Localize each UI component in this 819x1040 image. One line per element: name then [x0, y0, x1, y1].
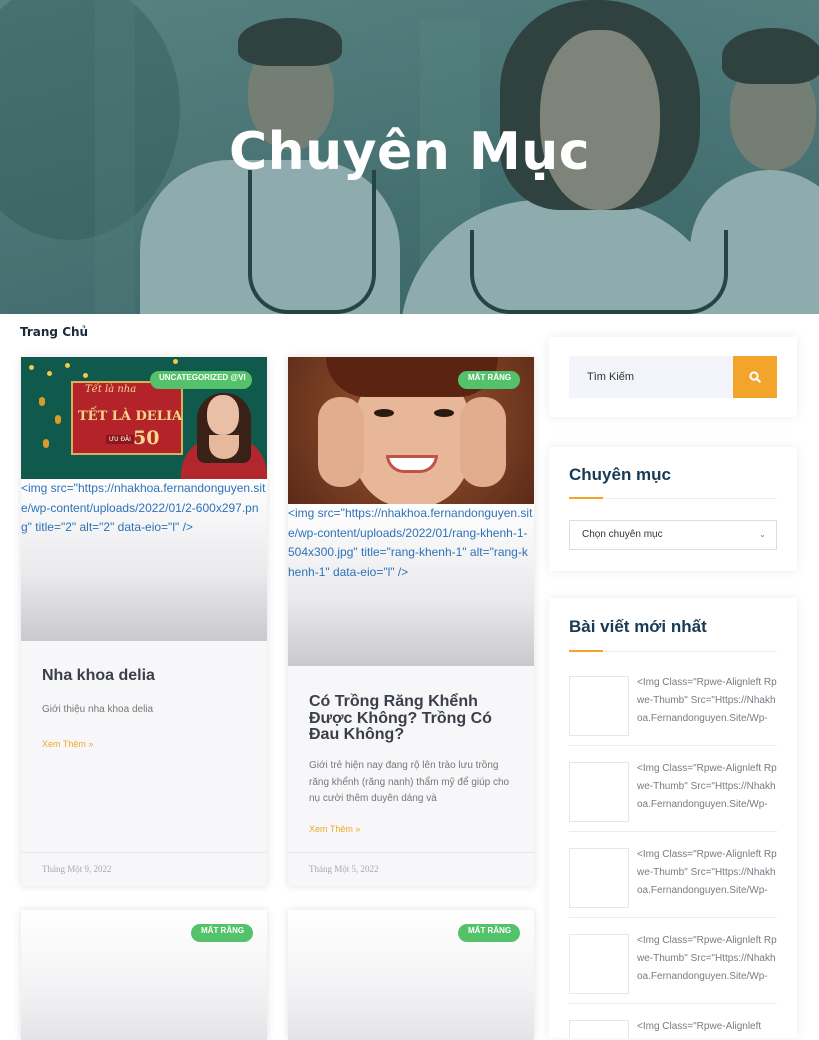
recent-post-divider	[569, 917, 777, 918]
category-badge[interactable]: UNCATEGORIZED @VI	[150, 371, 252, 389]
recent-post-item[interactable]: <Img Class="Rpwe-Alignleft Rpwe-Thumb" S…	[569, 932, 777, 1018]
recent-post-thumbnail[interactable]	[569, 848, 629, 908]
categories-title: Chuyên mục	[569, 465, 672, 484]
category-select[interactable]: Chọn chuyên mục ⌄	[569, 520, 777, 550]
lantern	[43, 439, 49, 448]
post-title[interactable]: Có Trồng Răng Khểnh Được Không? Trồng Có…	[309, 693, 514, 744]
recent-posts-widget: Bài viết mới nhất <Img Class="Rpwe-Align…	[549, 598, 797, 1038]
card-divider	[288, 852, 534, 853]
post-excerpt: Giới thiệu nha khoa delia	[42, 704, 154, 715]
recent-post-divider	[569, 745, 777, 746]
recent-post-thumbnail[interactable]	[569, 1020, 629, 1038]
recent-post-divider	[569, 831, 777, 832]
post-title[interactable]: Nha khoa delia	[42, 667, 155, 685]
recent-post-item[interactable]: <Img Class="Rpwe-Alignleft Rpwe-Thumb" S…	[569, 846, 777, 932]
recent-post-thumbnail[interactable]	[569, 762, 629, 822]
post-date: Tháng Một 9, 2022	[42, 864, 112, 874]
photo-eye	[374, 409, 394, 417]
search-icon	[749, 371, 761, 383]
recent-post-item[interactable]: <Img Class="Rpwe-Alignleft Rpwe-Thumb" S…	[569, 674, 777, 760]
hero-banner: Chuyên Mục	[0, 0, 819, 314]
title-accent	[569, 497, 603, 499]
category-badge[interactable]: MẤT RĂNG	[191, 924, 253, 942]
photo-eye	[434, 409, 454, 417]
category-badge[interactable]: MẤT RĂNG	[458, 371, 520, 389]
search-input[interactable]	[569, 356, 733, 398]
recent-post-item[interactable]: <Img Class="Rpwe-Alignleft	[569, 1018, 777, 1038]
category-badge[interactable]: MẤT RĂNG	[458, 924, 520, 942]
recent-post-thumbnail[interactable]	[569, 676, 629, 736]
photo-hand-right	[460, 397, 506, 487]
blossom	[83, 373, 88, 378]
post-date: Tháng Một 5, 2022	[309, 864, 379, 874]
recent-posts-title: Bài viết mới nhất	[569, 617, 707, 636]
post-card[interactable]: Tết là nha TẾT LÀ DELIA ƯU ĐÃI 50 UNCATE…	[21, 357, 267, 886]
raw-img-markup: <img src="https://nhakhoa.fernandonguyen…	[288, 506, 533, 579]
blossom	[173, 359, 178, 364]
recent-post-text[interactable]: <Img Class="Rpwe-Alignleft	[637, 1018, 777, 1036]
promo-main-text: TẾT LÀ DELIA	[78, 409, 183, 424]
recent-post-text[interactable]: <Img Class="Rpwe-Alignleft Rpwe-Thumb" S…	[637, 674, 777, 728]
blossom	[29, 365, 34, 370]
promo-sale-number: 50	[133, 427, 160, 449]
breadcrumb: Trang Chủ	[20, 325, 88, 339]
categories-widget: Chuyên mục Chọn chuyên mục ⌄	[549, 447, 797, 571]
breadcrumb-home-link[interactable]: Trang Chủ	[20, 325, 88, 339]
read-more-link[interactable]: Xem Thêm »	[42, 739, 93, 749]
recent-post-item[interactable]: <Img Class="Rpwe-Alignleft Rpwe-Thumb" S…	[569, 760, 777, 846]
promo-sale-label: ƯU ĐÃI	[106, 435, 134, 444]
search-widget	[549, 337, 797, 417]
category-select-value: Chọn chuyên mục	[582, 529, 663, 540]
read-more-link[interactable]: Xem Thêm »	[309, 824, 360, 834]
promo-model-face	[207, 395, 239, 435]
post-card[interactable]: MẤT RĂNG <img src="https://nhakhoa.ferna…	[288, 357, 534, 886]
search-button[interactable]	[733, 356, 777, 398]
page-title: Chuyên Mục	[228, 122, 591, 182]
blossom	[47, 371, 52, 376]
recent-post-divider	[569, 1003, 777, 1004]
post-excerpt: Giới trẻ hiện nay đang rộ lên trào lưu t…	[309, 760, 510, 804]
photo-hand-left	[318, 397, 364, 487]
post-card[interactable]: MẤT RĂNG	[288, 910, 534, 1040]
promo-script-text: Tết là nha	[85, 384, 137, 395]
raw-img-markup: <img src="https://nhakhoa.fernandonguyen…	[21, 481, 266, 534]
card-divider	[21, 852, 267, 853]
recent-post-text[interactable]: <Img Class="Rpwe-Alignleft Rpwe-Thumb" S…	[637, 932, 777, 986]
lantern	[55, 415, 61, 424]
recent-post-text[interactable]: <Img Class="Rpwe-Alignleft Rpwe-Thumb" S…	[637, 846, 777, 900]
title-accent	[569, 650, 603, 652]
lantern	[39, 397, 45, 406]
recent-post-thumbnail[interactable]	[569, 934, 629, 994]
recent-post-text[interactable]: <Img Class="Rpwe-Alignleft Rpwe-Thumb" S…	[637, 760, 777, 814]
chevron-down-icon: ⌄	[759, 530, 766, 539]
blossom	[65, 363, 70, 368]
post-card[interactable]: MẤT RĂNG	[21, 910, 267, 1040]
